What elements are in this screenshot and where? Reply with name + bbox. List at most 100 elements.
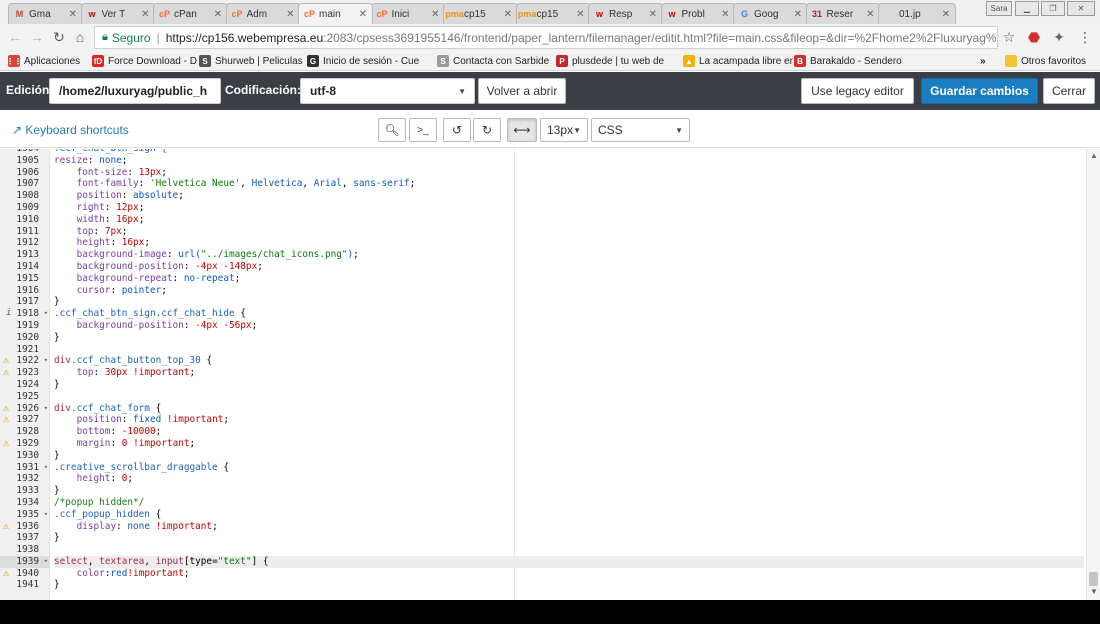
- close-tab-icon[interactable]: ✕: [286, 9, 294, 20]
- search-button[interactable]: 🔍︎: [378, 118, 406, 142]
- bookmark-star-icon[interactable]: ☆: [1000, 28, 1018, 46]
- bookmark-item[interactable]: »: [980, 54, 998, 68]
- close-tab-icon[interactable]: ✕: [214, 9, 222, 20]
- redo-button[interactable]: ↻: [473, 118, 501, 142]
- code-line[interactable]: 1907 font-family: 'Helvetica Neue', Helv…: [0, 178, 1086, 190]
- code-line[interactable]: 1939 ▾ select, textarea, input[type="text"…: [0, 555, 1086, 568]
- code-line[interactable]: 1937}: [0, 532, 1086, 544]
- code-text[interactable]: background-image: url("../images/chat_ic…: [54, 249, 1084, 261]
- profile-button[interactable]: Sara: [986, 1, 1012, 16]
- code-text[interactable]: bottom: -10000;: [54, 426, 1084, 438]
- browser-tab[interactable]: M Gma ✕: [8, 3, 83, 24]
- code-text[interactable]: color:red!important;: [54, 568, 1084, 580]
- code-editor[interactable]: 1904 ▾ .ccf_chat_btn_sign {1905 resize: non…: [0, 149, 1100, 600]
- font-size-select[interactable]: 13px ▼: [540, 118, 588, 142]
- fold-arrow-icon[interactable]: ▾: [44, 509, 48, 521]
- code-line[interactable]: 1914 background-position: -4px -148px;: [0, 261, 1086, 273]
- extension-icon[interactable]: ✦: [1050, 28, 1068, 46]
- code-line[interactable]: 1935 ▾ .ccf_popup_hidden {: [0, 509, 1086, 521]
- bookmark-item[interactable]: Otros favoritos: [1005, 54, 1095, 68]
- code-text[interactable]: background-position: -4px -148px;: [54, 261, 1084, 273]
- code-line[interactable]: 1911 top: 7px;: [0, 226, 1086, 238]
- bookmark-item[interactable]: S Contacta con Sarbide: [437, 54, 552, 68]
- code-text[interactable]: .ccf_popup_hidden {: [54, 509, 1084, 521]
- code-text[interactable]: font-size: 13px;: [54, 167, 1084, 179]
- code-line[interactable]: 1905 resize: none;: [0, 155, 1086, 167]
- browser-tab[interactable]: cP Adm ✕: [225, 3, 301, 24]
- bookmark-item[interactable]: Pplusdede | tu web de: [556, 54, 681, 68]
- code-text[interactable]: }: [54, 450, 1084, 462]
- browser-tab[interactable]: G Goog ✕: [733, 3, 808, 24]
- back-arrow-icon[interactable]: ←: [6, 28, 24, 46]
- close-window-icon[interactable]: ✕: [1067, 1, 1095, 16]
- warning-icon[interactable]: ⚠: [3, 414, 13, 426]
- code-line[interactable]: 1940 ⚠ color:red!important;: [0, 568, 1086, 580]
- browser-tab[interactable]: 31 Reser ✕: [805, 3, 881, 24]
- goto-line-button[interactable]: >_: [409, 118, 437, 142]
- code-text[interactable]: resize: none;: [54, 155, 1084, 167]
- code-text[interactable]: .creative_scrollbar_draggable {: [54, 462, 1084, 474]
- close-button[interactable]: Cerrar: [1043, 78, 1095, 104]
- code-text[interactable]: cursor: pointer;: [54, 285, 1084, 297]
- code-line[interactable]: 1910 width: 16px;: [0, 214, 1086, 226]
- word-wrap-toggle[interactable]: ⟷: [507, 118, 537, 142]
- code-line[interactable]: 1929 ⚠ margin: 0 !important;: [0, 438, 1086, 450]
- code-text[interactable]: [54, 344, 1084, 356]
- file-path-field[interactable]: /home2/luxuryag/public_h: [49, 78, 221, 104]
- fold-arrow-icon[interactable]: ▾: [44, 355, 48, 367]
- extension-stop-icon[interactable]: ⬣: [1025, 28, 1043, 46]
- warning-icon[interactable]: ⚠: [3, 438, 13, 450]
- bookmark-item[interactable]: ▲ La acampada libre en: [683, 54, 793, 68]
- code-text[interactable]: font-family: 'Helvetica Neue', Helvetica…: [54, 178, 1084, 190]
- close-tab-icon[interactable]: ✕: [141, 9, 149, 20]
- code-line[interactable]: 1924}: [0, 379, 1086, 391]
- code-text[interactable]: .ccf_chat_btn_sign.ccf_chat_hide {: [54, 308, 1084, 320]
- close-tab-icon[interactable]: ✕: [866, 9, 874, 20]
- forward-arrow-icon[interactable]: →: [28, 28, 46, 46]
- scroll-down-icon[interactable]: ▼: [1090, 587, 1098, 596]
- bookmark-item[interactable]: fD Force Download - De: [92, 54, 197, 68]
- code-text[interactable]: background-position: -4px -56px;: [54, 320, 1084, 332]
- code-text[interactable]: }: [54, 332, 1084, 344]
- code-line[interactable]: 1932 height: 0;: [0, 473, 1086, 485]
- save-changes-button[interactable]: Guardar cambios: [921, 78, 1038, 104]
- browser-tab[interactable]: cP main ✕: [298, 3, 373, 24]
- browser-tab[interactable]: w Ver T ✕: [80, 3, 156, 24]
- code-line[interactable]: 1931 ▾ .creative_scrollbar_draggable {: [0, 462, 1086, 474]
- code-text[interactable]: select, textarea, input[type="text"] {: [54, 555, 1084, 568]
- browser-tab[interactable]: cP cPan ✕: [153, 3, 228, 24]
- code-line[interactable]: 1927 ⚠ position: fixed !important;: [0, 414, 1086, 426]
- fold-arrow-icon[interactable]: ▾: [44, 556, 48, 568]
- code-line[interactable]: 1912 height: 16px;: [0, 237, 1086, 249]
- code-line[interactable]: 1915 background-repeat: no-repeat;: [0, 273, 1086, 285]
- code-line[interactable]: 1934 /*popup hidden*/: [0, 497, 1086, 509]
- code-text[interactable]: right: 12px;: [54, 202, 1084, 214]
- code-line[interactable]: 1917}: [0, 296, 1086, 308]
- bookmark-item[interactable]: B Barakaldo - Sendero: [794, 54, 929, 68]
- warning-icon[interactable]: ⚠: [3, 355, 13, 367]
- info-icon[interactable]: i: [6, 308, 16, 320]
- close-tab-icon[interactable]: ✕: [576, 9, 584, 20]
- code-line[interactable]: 1919 background-position: -4px -56px;: [0, 320, 1086, 332]
- chrome-menu-icon[interactable]: ⋮: [1076, 28, 1094, 46]
- keyboard-shortcuts-link[interactable]: ↗ Keyboard shortcuts: [12, 123, 129, 137]
- browser-tab[interactable]: w Probl ✕: [660, 3, 736, 24]
- undo-button[interactable]: ↺: [443, 118, 471, 142]
- code-line[interactable]: 1922 ⚠ ▾ div.ccf_chat_button_top_30 {: [0, 355, 1086, 367]
- code-line[interactable]: 1918 i ▾ .ccf_chat_btn_sign.ccf_chat_hide {: [0, 308, 1086, 320]
- code-line[interactable]: 1908 position: absolute;: [0, 190, 1086, 202]
- code-text[interactable]: position: absolute;: [54, 190, 1084, 202]
- code-text[interactable]: div.ccf_chat_button_top_30 {: [54, 355, 1084, 367]
- code-line[interactable]: 1913 background-image: url("../images/ch…: [0, 249, 1086, 261]
- code-line[interactable]: 1923 ⚠ top: 30px !important;: [0, 367, 1086, 379]
- code-line[interactable]: 1920}: [0, 332, 1086, 344]
- code-text[interactable]: height: 0;: [54, 473, 1084, 485]
- bookmark-item[interactable]: S Shurweb | Peliculas y: [199, 54, 305, 68]
- code-text[interactable]: margin: 0 !important;: [54, 438, 1084, 450]
- close-tab-icon[interactable]: ✕: [69, 9, 77, 20]
- code-line[interactable]: 1930}: [0, 450, 1086, 462]
- minimize-icon[interactable]: ▁: [1015, 1, 1039, 16]
- fold-arrow-icon[interactable]: ▾: [44, 462, 48, 474]
- code-text[interactable]: div.ccf_chat_form {: [54, 403, 1084, 415]
- warning-icon[interactable]: ⚠: [3, 403, 13, 415]
